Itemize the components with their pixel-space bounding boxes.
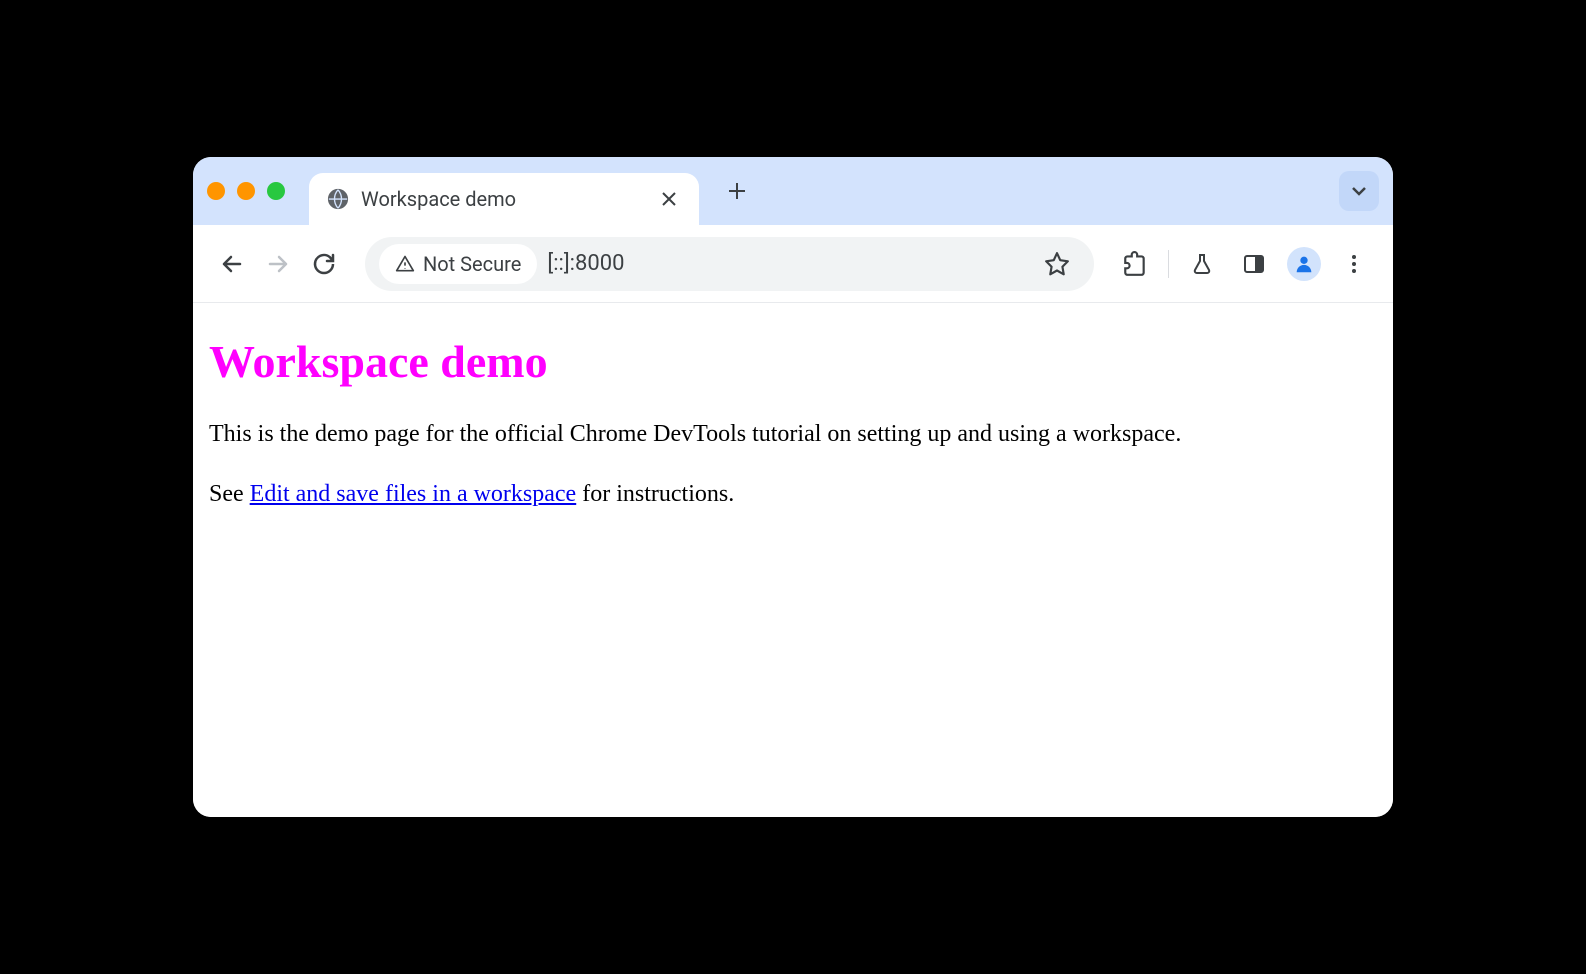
page-heading: Workspace demo [209,335,1377,388]
tab-close-button[interactable] [657,187,681,211]
back-button[interactable] [213,245,251,283]
security-chip[interactable]: Not Secure [379,244,537,284]
menu-button[interactable] [1335,245,1373,283]
window-minimize-button[interactable] [237,182,255,200]
page-content: Workspace demo This is the demo page for… [193,303,1393,817]
side-panel-button[interactable] [1235,245,1273,283]
window-close-button[interactable] [207,182,225,200]
page-paragraph-1: This is the demo page for the official C… [209,418,1377,452]
globe-icon [327,188,349,210]
title-bar: Workspace demo [193,157,1393,225]
extensions-button[interactable] [1116,245,1154,283]
warning-icon [395,254,415,274]
security-label: Not Secure [423,252,521,276]
url-text: [::]:8000 [547,251,1028,276]
forward-button[interactable] [259,245,297,283]
toolbar: Not Secure [::]:8000 [193,225,1393,303]
window-maximize-button[interactable] [267,182,285,200]
profile-button[interactable] [1287,247,1321,281]
address-bar[interactable]: Not Secure [::]:8000 [365,237,1094,291]
bookmark-button[interactable] [1038,245,1076,283]
toolbar-divider [1168,250,1169,278]
paragraph-suffix: for instructions. [576,481,734,507]
window-controls [207,182,285,200]
labs-button[interactable] [1183,245,1221,283]
tab-title: Workspace demo [361,187,645,211]
search-tabs-button[interactable] [1339,171,1379,211]
tutorial-link[interactable]: Edit and save files in a workspace [250,481,577,507]
new-tab-button[interactable] [719,173,755,209]
page-paragraph-2: See Edit and save files in a workspace f… [209,478,1377,512]
browser-tab[interactable]: Workspace demo [309,173,699,225]
paragraph-prefix: See [209,481,250,507]
reload-button[interactable] [305,245,343,283]
toolbar-right [1116,245,1373,283]
browser-window: Workspace demo Not Secure [193,157,1393,817]
